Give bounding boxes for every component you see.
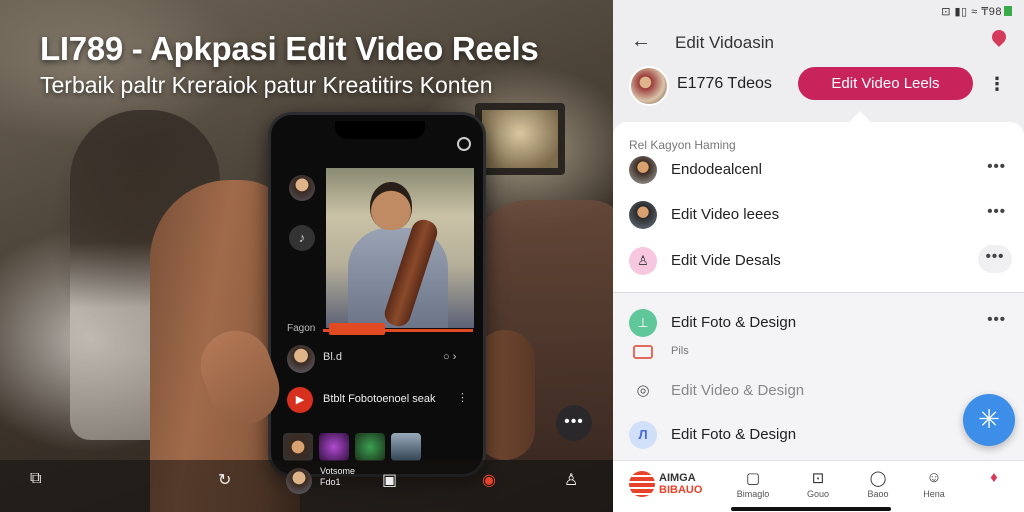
status-bar: ⊡ ▮▯ ≈ ₸98: [613, 0, 1024, 22]
menu-card: Rel Kagyon Haming Endodealcenl ••• Edit …: [613, 122, 1024, 292]
image-icon: ⊥: [629, 309, 657, 337]
list-item-label: Edit Foto & Design: [671, 426, 797, 443]
phone-thumb: [355, 433, 385, 461]
home-indicator: [731, 507, 891, 511]
promo-subtitle: Terbaik paltr Kreraiok patur Kreatitirs …: [40, 72, 493, 98]
more-icon[interactable]: •••: [987, 203, 1006, 220]
phone-mic-icon: ♪: [289, 225, 315, 251]
nav-item-baoo[interactable]: ◯ Baoo: [853, 469, 903, 499]
phone-row2-text: Btblt Fobotoenoel seak: [323, 393, 436, 405]
repost-icon[interactable]: ↻: [218, 470, 231, 490]
promo-panel: LI789 - Apkpasi Edit Video Reels Terbaik…: [0, 0, 613, 512]
location-pin-icon[interactable]: [989, 27, 1009, 47]
list-item[interactable]: ♙ Edit Vide Desals •••: [613, 241, 1024, 281]
bottom-nav: AIMGA BIBAUO ▢ Bimaglo ⊡ Gouo ◯ Baoo ☺ He…: [613, 460, 1024, 512]
profile-icon: ◯: [869, 470, 887, 487]
list-item[interactable]: ◎ Edit Video & Design: [613, 371, 1024, 411]
gallery-icon: ⊡: [811, 470, 825, 487]
chat-icon: ◎: [636, 382, 650, 399]
phone-avatar: [289, 175, 315, 201]
more-icon[interactable]: •••: [978, 245, 1012, 273]
list-item-label: Endodealcenl: [671, 161, 762, 178]
list-item-label: Edit Vide Desals: [671, 252, 781, 269]
phone-row1-more-icon: ○ ›: [443, 351, 457, 363]
status-icons: ⊡ ▮▯ ≈ ₸98: [941, 5, 1012, 18]
more-options-button[interactable]: •••: [556, 405, 592, 441]
nav-item-hena[interactable]: ☺ Hena: [909, 469, 959, 499]
camera-icon: ▢: [745, 470, 761, 487]
app-panel: ⊡ ▮▯ ≈ ₸98 ← Edit Vidoasin E1776 Tdeos E…: [613, 0, 1024, 512]
bottom-avatar-label: Votsome Fdo1: [320, 466, 356, 487]
app-title: Edit Vidoasin: [675, 33, 774, 52]
nav-item-gouo[interactable]: ⊡ Gouo: [793, 469, 843, 499]
more-icon[interactable]: •••: [987, 158, 1006, 175]
nav-item-location[interactable]: ♦: [969, 469, 1019, 489]
kebab-menu-icon[interactable]: ⋮: [988, 74, 1006, 95]
profile-avatar[interactable]: [629, 66, 669, 106]
nav-item-bimaglo[interactable]: ▢ Bimaglo: [728, 469, 778, 499]
phone-label: Fagon: [287, 323, 316, 334]
phone-timeline-chip: [329, 323, 385, 335]
record-icon[interactable]: ◉: [482, 470, 496, 490]
list-item-label: Edit Video & Design: [671, 382, 805, 399]
lower-list: ⊥ Edit Foto & Design ••• Pils ◎ Edit Vid…: [613, 292, 1024, 460]
share-icon[interactable]: ⧉: [30, 470, 41, 488]
phone-thumb: [319, 433, 349, 461]
profile-name: E1776 Tdeos: [677, 75, 772, 92]
photo-icon: [633, 345, 653, 359]
phone-thumb: [391, 433, 421, 461]
phone-row2-more-icon: ⋮: [457, 392, 468, 404]
phone-settings-icon: [457, 137, 471, 151]
list-item-label: Edit Foto & Design: [671, 314, 797, 331]
fab-add-button[interactable]: ✳: [963, 394, 1015, 446]
phone-video-preview: [326, 168, 474, 330]
promo-title: LI789 - Apkpasi Edit Video Reels: [40, 30, 539, 67]
phone-play-icon: ▶: [287, 387, 313, 413]
more-icon[interactable]: •••: [987, 311, 1006, 328]
battery-icon: [1004, 6, 1012, 16]
back-arrow-icon[interactable]: ←: [631, 30, 651, 53]
phone-row-avatar: [287, 345, 315, 373]
user-icon: ♙: [629, 247, 657, 275]
brand-logo-icon[interactable]: [629, 471, 655, 497]
phone-thumb: [283, 433, 313, 461]
edit-icon[interactable]: ▣: [382, 470, 397, 490]
letter-icon: Л: [629, 421, 657, 449]
phone-row1-text: Bl.d: [323, 351, 342, 363]
list-item[interactable]: ⊥ Edit Foto & Design •••: [613, 303, 1024, 343]
phone-mockup: ♪ Fagon Bl.d ○ › ▶ Btblt Fobotoenoel sea…: [268, 112, 486, 477]
brand-text: AIMGA BIBAUO: [659, 472, 703, 496]
bottom-avatar[interactable]: [286, 468, 312, 494]
background-tv-screen: [482, 110, 558, 168]
app-bar: ← Edit Vidoasin: [613, 22, 1024, 62]
avatar: [629, 201, 657, 229]
list-item[interactable]: Edit Video leees •••: [613, 195, 1024, 235]
small-label: Pils: [671, 345, 689, 357]
smiley-icon: ☺: [926, 469, 942, 486]
profile-icon[interactable]: ♙: [564, 470, 578, 490]
list-item[interactable]: Endodealcenl •••: [613, 150, 1024, 190]
avatar: [629, 156, 657, 184]
edit-video-reels-button[interactable]: Edit Video Leels: [798, 67, 973, 100]
phone-notch: [335, 121, 425, 139]
list-item-label: Edit Video leees: [671, 206, 780, 223]
phone-thumbnails: [283, 433, 421, 461]
location-icon: ♦: [990, 469, 998, 486]
